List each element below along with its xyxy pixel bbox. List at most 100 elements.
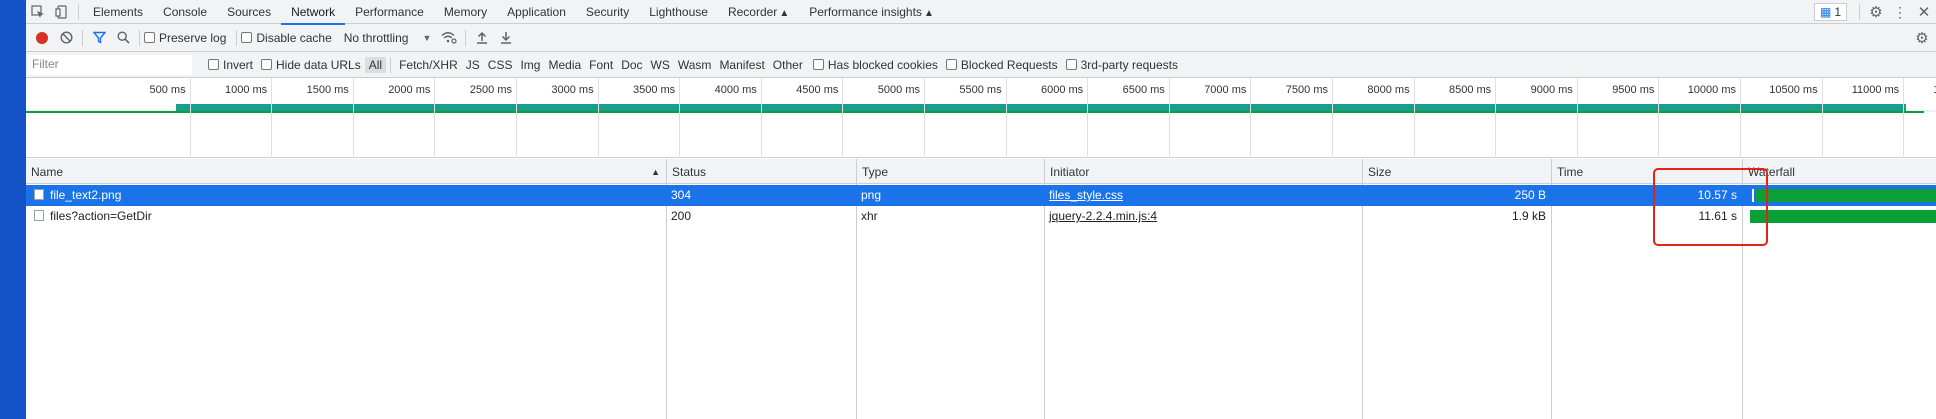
upload-icon bbox=[477, 31, 488, 44]
disable-cache-checkbox[interactable]: Disable cache bbox=[241, 31, 332, 45]
waterfall-cell bbox=[1742, 185, 1936, 206]
initiator-link[interactable]: files_style.css bbox=[1049, 188, 1123, 202]
type-filter-js[interactable]: JS bbox=[462, 57, 484, 73]
devtools-panel: Elements Console Sources Network Perform… bbox=[26, 0, 1936, 419]
tab-performance-insights-label: Performance insights bbox=[809, 4, 922, 19]
blocked-requests-checkbox[interactable]: Blocked Requests bbox=[945, 58, 1058, 72]
type-filter-css[interactable]: CSS bbox=[484, 57, 517, 73]
checkbox-box bbox=[241, 32, 253, 43]
search-button[interactable] bbox=[111, 26, 135, 50]
type-filter-media[interactable]: Media bbox=[544, 57, 585, 73]
tab-lighthouse[interactable]: Lighthouse bbox=[639, 0, 718, 24]
name-cell: files?action=GetDir bbox=[26, 206, 666, 227]
overview-tick-label: 3000 ms bbox=[551, 84, 594, 96]
overview-tick-label: 7500 ms bbox=[1285, 84, 1328, 96]
type-filter-wasm[interactable]: Wasm bbox=[674, 57, 716, 73]
type-filter-img[interactable]: Img bbox=[516, 57, 544, 73]
type-filter-other[interactable]: Other bbox=[769, 57, 807, 73]
export-har-button[interactable] bbox=[494, 26, 518, 50]
overview-tick-label: 2500 ms bbox=[469, 84, 512, 96]
filter-input[interactable] bbox=[28, 54, 192, 75]
inspect-element-icon[interactable] bbox=[26, 0, 50, 24]
flask-icon: ▲ bbox=[923, 7, 934, 19]
overview-tick-label: 4500 ms bbox=[796, 84, 839, 96]
network-settings-gear-icon[interactable]: ⚙ bbox=[1910, 26, 1934, 50]
tab-performance-insights[interactable]: Performance insights ▲ bbox=[799, 0, 944, 24]
size-cell: 250 B bbox=[1514, 188, 1546, 202]
tab-recorder[interactable]: Recorder ▲ bbox=[718, 0, 799, 24]
tab-elements[interactable]: Elements bbox=[83, 0, 153, 24]
waterfall-bar bbox=[1756, 189, 1936, 202]
overview-request-bar bbox=[176, 104, 1906, 111]
tab-network[interactable]: Network bbox=[281, 0, 346, 25]
tab-memory[interactable]: Memory bbox=[434, 0, 497, 24]
table-row[interactable]: file_text2.png 304 png files_style.css 2… bbox=[26, 185, 1936, 206]
filter-bar: Invert Hide data URLs All Fetch/XHR JS C… bbox=[26, 52, 1936, 78]
record-button[interactable] bbox=[30, 26, 54, 50]
column-header-initiator[interactable]: Initiator bbox=[1044, 159, 1362, 184]
throttling-select[interactable]: No throttling ▼ bbox=[344, 31, 432, 45]
hide-data-urls-checkbox[interactable]: Hide data URLs bbox=[261, 58, 361, 72]
tab-recorder-label: Recorder bbox=[727, 4, 778, 19]
table-row[interactable]: files?action=GetDir 200 xhr jquery-2.2.4… bbox=[26, 206, 1936, 227]
file-icon bbox=[34, 189, 44, 200]
tab-application[interactable]: Application bbox=[497, 0, 576, 24]
type-filter-fetch-xhr[interactable]: Fetch/XHR bbox=[395, 57, 462, 73]
column-header-status[interactable]: Status bbox=[666, 159, 856, 184]
invert-checkbox[interactable]: Invert bbox=[208, 58, 253, 72]
more-options-icon[interactable]: ⋮ bbox=[1888, 0, 1912, 24]
hide-data-urls-label: Hide data URLs bbox=[276, 57, 361, 72]
record-icon bbox=[36, 31, 48, 44]
column-header-name[interactable]: Name ▲ bbox=[26, 159, 666, 184]
type-filter-doc[interactable]: Doc bbox=[617, 57, 646, 73]
type-filter-ws[interactable]: WS bbox=[647, 57, 674, 73]
divider bbox=[390, 56, 392, 73]
tab-performance[interactable]: Performance bbox=[345, 0, 434, 24]
column-header-type[interactable]: Type bbox=[856, 159, 1044, 184]
overview-tick-label: 6000 ms bbox=[1040, 84, 1084, 96]
close-icon[interactable]: ✕ bbox=[1912, 0, 1936, 24]
wifi-settings-icon bbox=[441, 32, 457, 44]
flask-icon: ▲ bbox=[779, 7, 790, 19]
tab-console[interactable]: Console bbox=[153, 0, 217, 24]
issues-count: 1 bbox=[1834, 5, 1841, 19]
overview-tick-label: 8500 ms bbox=[1448, 84, 1492, 96]
overview-tick-label: 10500 ms bbox=[1769, 84, 1818, 96]
requests-table: Name ▲ Status Type Initiator Size Time Wa… bbox=[26, 159, 1936, 419]
third-party-requests-checkbox[interactable]: 3rd-party requests bbox=[1065, 57, 1178, 72]
has-blocked-cookies-label: Has blocked cookies bbox=[827, 57, 938, 72]
column-header-waterfall[interactable]: Waterfall bbox=[1742, 159, 1936, 184]
initiator-cell: files_style.css bbox=[1044, 185, 1362, 206]
type-cell: png bbox=[861, 188, 882, 202]
type-filter-font[interactable]: Font bbox=[585, 57, 617, 73]
type-filter-manifest[interactable]: Manifest bbox=[715, 57, 768, 73]
issues-badge[interactable]: ▦ 1 bbox=[1813, 3, 1847, 21]
main-tab-bar: Elements Console Sources Network Perform… bbox=[26, 0, 1936, 25]
filter-toggle-button[interactable] bbox=[87, 26, 111, 50]
overview-finish-line bbox=[26, 111, 1924, 113]
clear-button[interactable] bbox=[54, 26, 78, 50]
request-name: files?action=GetDir bbox=[50, 209, 152, 223]
third-party-requests-label: 3rd-party requests bbox=[1080, 57, 1178, 72]
network-conditions-button[interactable] bbox=[437, 26, 461, 50]
table-header: Name ▲ Status Type Initiator Size Time Wa… bbox=[26, 159, 1936, 184]
import-har-button[interactable] bbox=[470, 26, 494, 50]
timeline-overview[interactable]: 500 ms 1000 ms 1500 ms 2000 ms 2500 ms 3000 m… bbox=[26, 78, 1936, 158]
waterfall-cell bbox=[1742, 206, 1936, 227]
throttling-value: No throttling bbox=[343, 30, 409, 45]
type-filter-all[interactable]: All bbox=[364, 56, 387, 73]
divider bbox=[465, 29, 467, 46]
tab-security[interactable]: Security bbox=[576, 0, 639, 24]
initiator-cell: jquery-2.2.4.min.js:4 bbox=[1044, 206, 1362, 227]
name-cell: file_text2.png bbox=[26, 185, 666, 206]
chevron-down-icon: ▼ bbox=[422, 32, 432, 43]
overview-tick-label: 10000 ms bbox=[1687, 84, 1736, 96]
initiator-link[interactable]: jquery-2.2.4.min.js:4 bbox=[1049, 209, 1157, 223]
preserve-log-checkbox[interactable]: Preserve log bbox=[144, 31, 226, 45]
has-blocked-cookies-checkbox[interactable]: Has blocked cookies bbox=[812, 57, 938, 72]
tab-sources[interactable]: Sources bbox=[217, 0, 281, 24]
device-toolbar-icon[interactable] bbox=[50, 0, 74, 24]
settings-gear-icon[interactable]: ⚙ bbox=[1864, 0, 1888, 24]
issue-icon: ▦ bbox=[1819, 5, 1832, 19]
column-header-size[interactable]: Size bbox=[1362, 159, 1551, 184]
